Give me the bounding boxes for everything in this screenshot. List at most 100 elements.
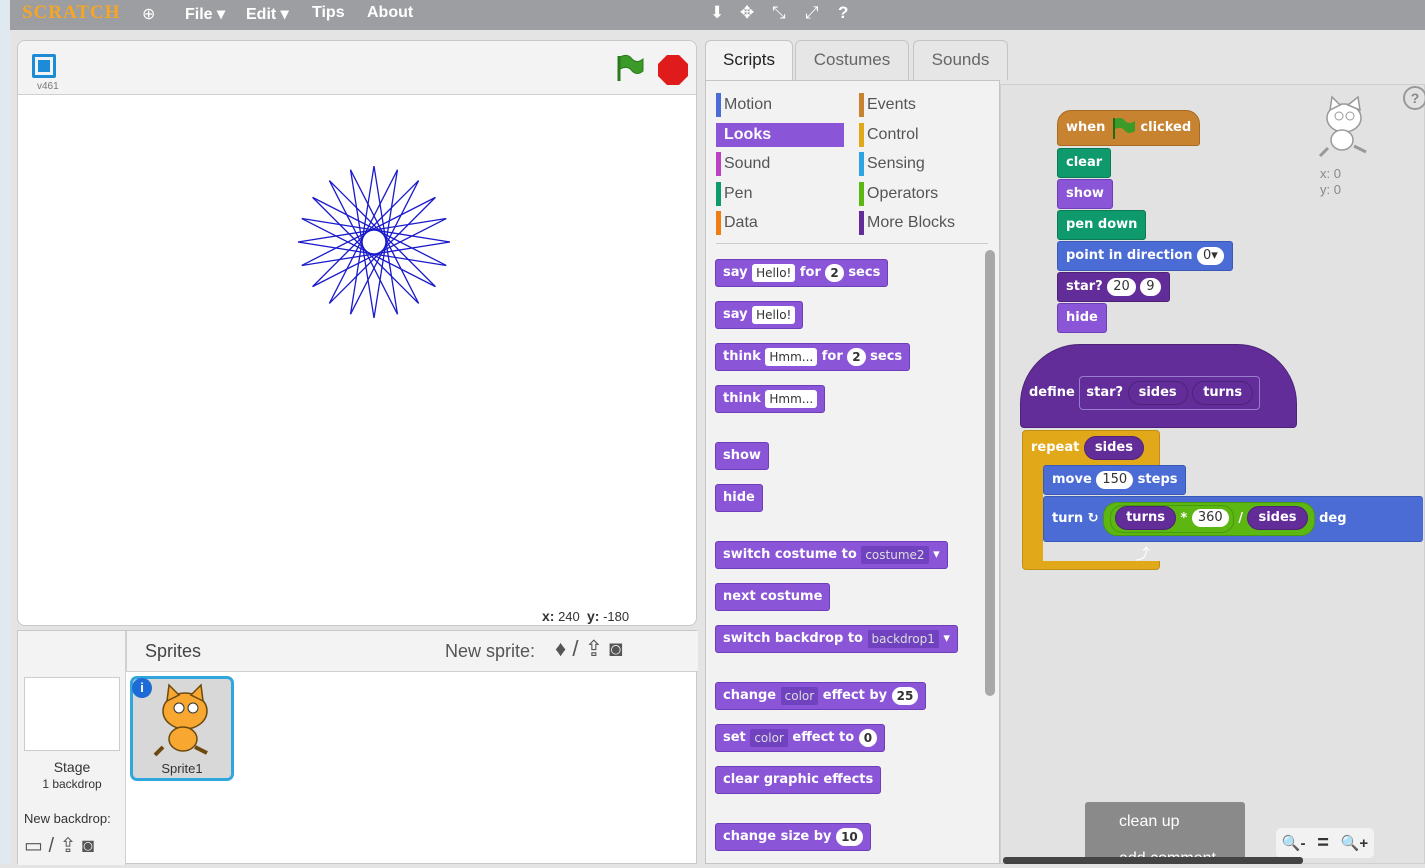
stage-panel: v461 xyxy=(17,40,697,626)
category-events[interactable]: Events xyxy=(859,93,989,117)
block-clear[interactable]: clear xyxy=(1057,148,1112,178)
x-value: 240 xyxy=(558,609,580,624)
menu-edit[interactable]: Edit ▾ xyxy=(246,4,289,24)
stop-icon[interactable] xyxy=(658,55,688,85)
globe-icon[interactable]: ⊕ xyxy=(142,4,155,24)
fullscreen-icon[interactable] xyxy=(32,54,56,78)
category-color-swatch xyxy=(716,122,721,147)
new-sprite-tools: ♦ / ⇪ ◙ xyxy=(555,636,622,662)
y-label: y: xyxy=(587,608,600,624)
menu-file[interactable]: File ▾ xyxy=(185,4,225,24)
new-backdrop-label: New backdrop: xyxy=(24,811,111,826)
operator-multiply[interactable]: turns * 360 xyxy=(1110,504,1234,533)
backdrop-library-icon[interactable]: ▭ xyxy=(24,835,43,857)
sprite-position: x: 0 y: 0 xyxy=(1320,166,1341,198)
palette-scrollbar[interactable] xyxy=(985,250,995,696)
stage-backdrop-count: 1 backdrop xyxy=(42,777,102,791)
block-next-costume[interactable]: next costume xyxy=(715,583,831,611)
zoom-out-icon[interactable]: 🔍- xyxy=(1282,834,1306,852)
block-change-size[interactable]: change size by 10 xyxy=(715,823,871,851)
zoom-controls: 🔍- = 🔍+ xyxy=(1276,828,1374,858)
block-hide[interactable]: hide xyxy=(715,484,763,512)
green-flag-icon[interactable] xyxy=(614,53,644,83)
category-control[interactable]: Control xyxy=(859,122,989,147)
menu-tips[interactable]: Tips xyxy=(312,4,345,22)
block-show[interactable]: show xyxy=(1057,179,1113,209)
block-switch-costume[interactable]: switch costume to costume2 ▾ xyxy=(715,541,948,569)
stage-header: v461 xyxy=(18,41,696,95)
block-star-call[interactable]: star? 20 9 xyxy=(1057,272,1170,302)
category-sensing[interactable]: Sensing xyxy=(859,152,989,176)
sprite-y: y: 0 xyxy=(1320,182,1341,197)
repeat-label: repeat xyxy=(1031,440,1080,455)
block-define-star[interactable]: define star? sides turns xyxy=(1020,344,1297,428)
new-backdrop-tools: ▭ / ⇪ ◙ xyxy=(24,833,94,858)
category-operators[interactable]: Operators xyxy=(859,181,989,206)
mouse-coords: x: 240 y: -180 xyxy=(542,608,629,624)
block-switch-backdrop[interactable]: switch backdrop to backdrop1 ▾ xyxy=(715,625,958,653)
camera-sprite-icon[interactable]: ◙ xyxy=(609,636,622,661)
sprite-thumbnail[interactable]: i Sprite1 xyxy=(130,676,234,781)
category-more-blocks[interactable]: More Blocks xyxy=(859,211,989,235)
block-think-for-secs[interactable]: think Hmm... for 2 secs xyxy=(715,343,911,371)
category-looks[interactable]: Looks xyxy=(716,122,844,147)
duplicate-icon[interactable]: ⬇ xyxy=(710,3,724,23)
camera-backdrop-icon[interactable]: ◙ xyxy=(82,835,94,857)
help-button[interactable]: ? xyxy=(1403,86,1425,110)
block-clear-graphic-effects[interactable]: clear graphic effects xyxy=(715,766,882,794)
block-hide[interactable]: hide xyxy=(1057,303,1107,333)
shrink-icon[interactable]: ⤢ xyxy=(805,3,819,23)
block-palette: Motion Looks Sound Pen Data Events Control Sens… xyxy=(705,80,1000,864)
zoom-in-icon[interactable]: 🔍+ xyxy=(1341,834,1368,852)
block-help-icon[interactable]: ? xyxy=(838,3,848,23)
palette-divider xyxy=(716,243,988,244)
tab-costumes[interactable]: Costumes xyxy=(795,40,909,80)
repeat-sides-param[interactable]: sides xyxy=(1083,435,1144,460)
sprites-panel: Stage 1 backdrop New backdrop: ▭ / ⇪ ◙ S… xyxy=(17,630,698,865)
grow-icon[interactable]: ⤡ xyxy=(772,3,786,23)
stage-column: Stage 1 backdrop New backdrop: ▭ / ⇪ ◙ xyxy=(18,631,126,865)
block-point-in-direction[interactable]: point in direction 0▾ xyxy=(1057,241,1233,271)
sprites-title: Sprites xyxy=(145,641,202,661)
block-change-effect[interactable]: change color effect by 25 xyxy=(715,682,927,710)
tab-sounds[interactable]: Sounds xyxy=(913,40,1008,80)
stage-canvas[interactable] xyxy=(18,95,696,603)
sprite-library-icon[interactable]: ♦ xyxy=(555,636,566,661)
delete-icon[interactable]: ✥ xyxy=(740,3,754,23)
upload-sprite-icon[interactable]: ⇪ xyxy=(585,636,603,661)
loop-arrow-icon: ⤴ xyxy=(1135,546,1151,563)
horizontal-scrollbar[interactable] xyxy=(1003,857,1303,864)
sprite-name: Sprite1 xyxy=(161,761,203,776)
block-show[interactable]: show xyxy=(715,442,769,470)
stage-thumbnail[interactable] xyxy=(24,677,120,751)
operator-divide[interactable]: turns * 360 / sides xyxy=(1103,501,1315,536)
paint-sprite-icon[interactable]: / xyxy=(572,636,578,661)
category-color-swatch xyxy=(859,181,864,206)
block-say-for-secs[interactable]: say Hello! for 2 secs xyxy=(715,259,889,287)
block-set-effect[interactable]: set color effect to 0 xyxy=(715,724,886,752)
block-turn-degrees[interactable]: turn ↻ turns * 360 / sides deg xyxy=(1043,496,1423,542)
block-think[interactable]: think Hmm... xyxy=(715,385,826,413)
menu-about[interactable]: About xyxy=(367,4,413,22)
category-color-swatch xyxy=(859,152,864,176)
block-when-flag-clicked[interactable]: when clicked xyxy=(1057,110,1201,146)
block-move-steps[interactable]: move 150 steps xyxy=(1043,465,1187,495)
menu-bar: SCRATCH ⊕ File ▾ Edit ▾ Tips About ⬇ ✥ ⤡… xyxy=(10,0,1425,30)
palette-blocks: say Hello! for 2 secs say Hello! think H… xyxy=(706,251,999,865)
zoom-reset-icon[interactable]: = xyxy=(1317,832,1329,855)
category-motion[interactable]: Motion xyxy=(716,93,844,117)
category-pen[interactable]: Pen xyxy=(716,181,844,206)
block-say[interactable]: say Hello! xyxy=(715,301,804,329)
y-value: -180 xyxy=(603,609,630,624)
menu-clean-up[interactable]: clean up xyxy=(1119,813,1180,831)
scratch-logo[interactable]: SCRATCH xyxy=(22,2,121,24)
paint-backdrop-icon[interactable]: / xyxy=(48,835,54,857)
pen-line xyxy=(312,180,420,288)
tab-scripts[interactable]: Scripts xyxy=(705,40,793,82)
category-data[interactable]: Data xyxy=(716,211,844,235)
category-sound[interactable]: Sound xyxy=(716,152,844,176)
upload-backdrop-icon[interactable]: ⇪ xyxy=(60,835,77,857)
new-sprite-label: New sprite: xyxy=(445,641,536,661)
category-color-swatch xyxy=(859,122,864,147)
block-pen-down[interactable]: pen down xyxy=(1057,210,1147,240)
